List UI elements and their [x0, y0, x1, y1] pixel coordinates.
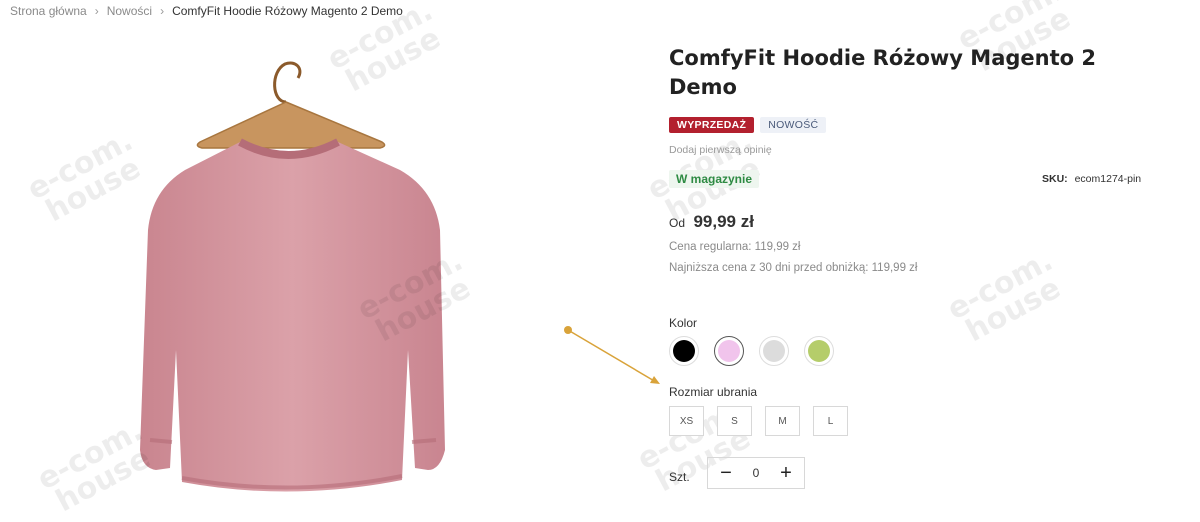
- plus-icon[interactable]: +: [776, 463, 796, 483]
- badges: WYPRZEDAŻ NOWOŚĆ: [669, 117, 827, 133]
- chevron-right-icon: ›: [160, 4, 165, 18]
- chevron-right-icon: ›: [94, 4, 99, 18]
- annotation-arrow-icon: [564, 326, 660, 384]
- color-swatch-light-grey[interactable]: [759, 336, 789, 366]
- color-label: Kolor: [669, 316, 698, 330]
- sku-value: ecom1274-pin: [1074, 173, 1142, 185]
- breadcrumb: Strona główna › Nowości › ComfyFit Hoodi…: [10, 4, 403, 18]
- hanger-bar: [196, 101, 386, 149]
- color-swatch-black[interactable]: [669, 336, 699, 366]
- watermark: e-com. house: [941, 243, 1067, 350]
- lowest-price-info: Najniższa cena z 30 dni przed obniżką: 1…: [669, 262, 918, 274]
- price-prefix: Od: [669, 216, 686, 230]
- size-option-m[interactable]: M: [765, 406, 800, 436]
- breadcrumb-new-link[interactable]: Nowości: [107, 4, 152, 18]
- minus-icon[interactable]: −: [716, 463, 736, 483]
- new-badge: NOWOŚĆ: [760, 117, 827, 133]
- hanger-hook: [273, 61, 302, 104]
- size-option-s[interactable]: S: [717, 406, 752, 436]
- quantity-stepper: − +: [707, 457, 805, 489]
- hoodie-illustration: [140, 61, 445, 492]
- sale-badge: WYPRZEDAŻ: [669, 117, 755, 133]
- breadcrumb-home-link[interactable]: Strona główna: [10, 4, 87, 18]
- product-title: ComfyFit Hoodie Różowy Magento 2 Demo: [669, 46, 1096, 99]
- product-image[interactable]: [90, 50, 490, 514]
- regular-price: Cena regularna: 119,99 zł: [669, 241, 801, 253]
- size-label: Rozmiar ubrania: [669, 385, 758, 399]
- price-value: 99,99 zł: [693, 212, 754, 231]
- size-option-xs[interactable]: XS: [669, 406, 704, 436]
- sku-label: SKU:: [1042, 173, 1068, 185]
- stock-status: W magazynie: [669, 170, 760, 188]
- hoodie-body: [140, 142, 445, 492]
- price: Od 99,99 zł: [669, 212, 754, 232]
- add-review-link[interactable]: Dodaj pierwszą opinię: [669, 144, 772, 156]
- breadcrumb-current: ComfyFit Hoodie Różowy Magento 2 Demo: [172, 4, 403, 18]
- color-swatch-lime[interactable]: [804, 336, 834, 366]
- color-swatches: [669, 336, 834, 366]
- sku: SKU: ecom1274-pin: [1042, 173, 1141, 185]
- color-swatch-pink[interactable]: [714, 336, 744, 366]
- size-option-l[interactable]: L: [813, 406, 848, 436]
- size-options: XS S M L: [669, 406, 848, 436]
- quantity-label: Szt.: [669, 470, 690, 484]
- quantity-input[interactable]: [744, 465, 768, 481]
